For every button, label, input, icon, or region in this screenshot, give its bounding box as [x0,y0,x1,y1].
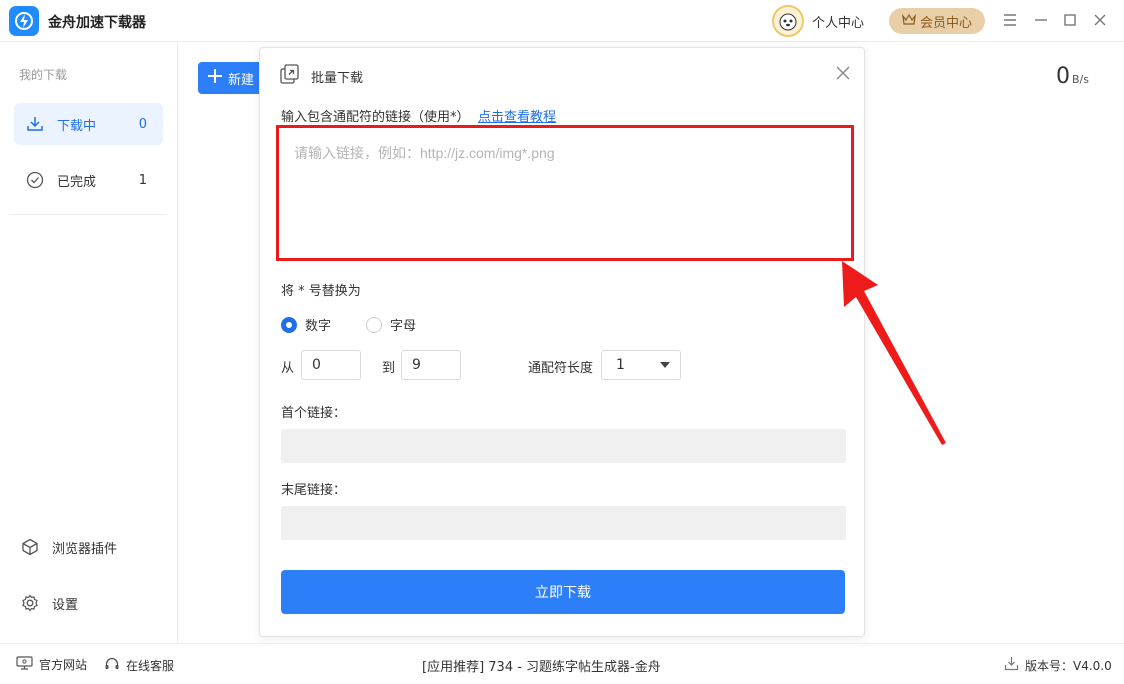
vip-center-label: 会员中心 [919,15,972,31]
speed-unit: B/s [1072,73,1089,86]
batch-download-dialog: 批量下载 输入包含通配符的链接（使用*） 点击查看教程 将 * 号替换为 数字 … [259,47,865,637]
last-link-field [281,506,846,540]
speed-indicator: 0 B/s [1056,64,1089,89]
url-input-box [276,125,854,261]
speed-value: 0 [1056,64,1070,89]
sidebar: 我的下载 下载中 0 已完成 1 浏览器插件 设置 [0,42,178,643]
radio-letter[interactable]: 字母 [366,315,416,334]
sidebar-item-count: 0 [138,116,147,132]
sidebar-item-label: 设置 [52,597,79,613]
dialog-title: 批量下载 [311,71,364,86]
to-input[interactable]: 9 [401,350,461,380]
vip-center-button[interactable]: 会员中心 [889,8,985,34]
wildcard-length-value: 1 [616,357,625,373]
sidebar-item-downloading[interactable]: 下载中 0 [14,103,163,145]
monitor-icon [16,656,33,673]
url-input[interactable] [279,128,851,258]
plus-icon [208,69,222,87]
tutorial-link[interactable]: 点击查看教程 [478,106,556,125]
close-icon[interactable] [835,65,853,83]
radio-number[interactable]: 数字 [281,315,331,334]
download-now-button[interactable]: 立即下载 [281,570,845,614]
download-update-icon [1004,656,1019,674]
version-info[interactable]: 版本号：V4.0.0 [1004,656,1112,674]
radio-selected-icon [281,316,297,333]
website-label: 官方网站 [39,658,88,672]
from-input[interactable]: 0 [301,350,361,380]
radio-letter-label: 字母 [390,319,417,334]
from-label: 从 [281,361,295,376]
sidebar-item-label: 浏览器插件 [52,541,118,557]
crown-icon [902,13,916,29]
cube-icon [20,537,40,557]
radio-number-label: 数字 [305,319,332,334]
app-logo-icon [9,6,39,36]
headset-icon [104,656,120,675]
sidebar-item-label: 已完成 [57,174,97,190]
maximize-icon[interactable] [1061,11,1079,29]
gear-icon [20,593,40,613]
user-avatar[interactable] [772,5,804,37]
sidebar-item-completed[interactable]: 已完成 1 [14,159,163,201]
chevron-down-icon [660,362,670,368]
to-label: 到 [382,361,396,376]
sidebar-item-count: 1 [138,172,147,188]
download-icon [25,114,45,134]
sidebar-item-settings[interactable]: 设置 [20,593,78,613]
sidebar-divider [9,214,167,215]
link-icon [279,63,301,85]
annotation-arrow-icon [842,261,946,445]
wildcard-length-select[interactable]: 1 [601,350,681,380]
last-link-label: 末尾链接： [281,483,347,498]
url-input-label: 输入包含通配符的链接（使用*） [281,110,470,125]
status-bar: 官方网站 在线客服 [应用推荐] 734 - 习题练字帖生成器-金舟 版本号：V… [0,643,1124,684]
close-window-icon[interactable] [1091,11,1109,29]
sidebar-item-label: 下载中 [57,118,97,134]
app-recommendation[interactable]: [应用推荐] 734 - 习题练字帖生成器-金舟 [422,656,661,675]
first-link-field [281,429,846,463]
support-label: 在线客服 [126,659,175,673]
replace-label: 将 * 号替换为 [281,284,361,299]
check-circle-icon [25,170,45,190]
first-link-label: 首个链接： [281,406,347,421]
app-title: 金舟加速下载器 [48,15,146,31]
support-link[interactable]: 在线客服 [104,656,174,675]
minimize-icon[interactable] [1032,11,1050,29]
new-download-label: 新建 [228,72,255,88]
title-bar: 金舟加速下载器 个人中心 会员中心 [0,0,1124,42]
radio-unselected-icon [366,316,382,333]
website-link[interactable]: 官方网站 [16,656,87,673]
version-label: 版本号：V4.0.0 [1025,658,1112,673]
sidebar-item-browser-plugin[interactable]: 浏览器插件 [20,537,117,557]
menu-icon[interactable] [1001,11,1019,29]
user-center-link[interactable]: 个人中心 [812,12,864,31]
sidebar-section-title: 我的下载 [19,68,68,82]
wildcard-length-label: 通配符长度 [528,361,594,376]
